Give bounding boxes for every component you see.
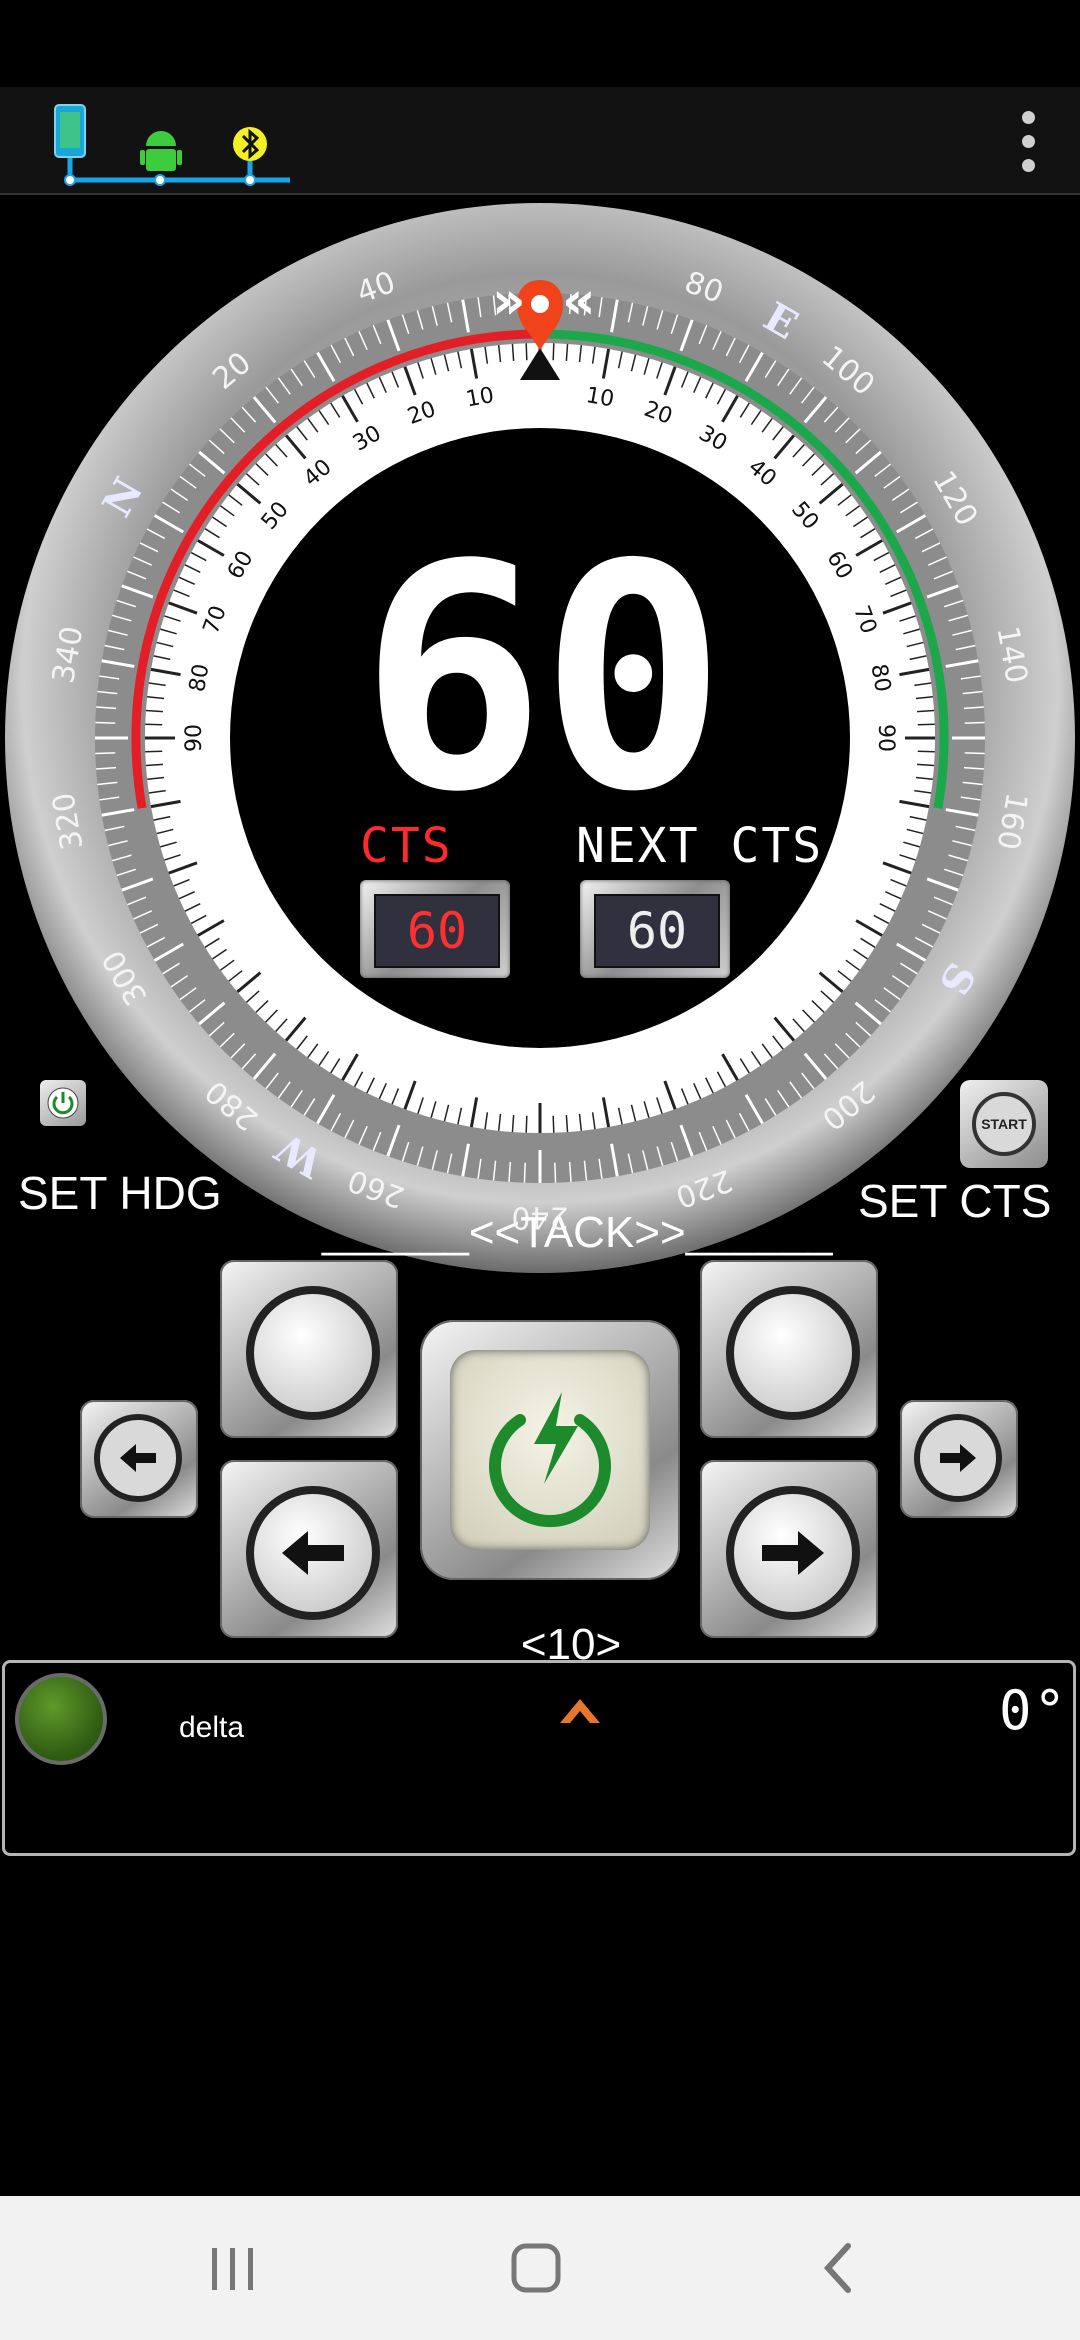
outer-tick xyxy=(964,721,985,724)
outer-tick xyxy=(95,721,116,724)
autopilot-engage-button[interactable] xyxy=(420,1320,680,1580)
next-cts-value-box: 60 xyxy=(580,880,730,978)
set-hdg-label[interactable]: SET HDG xyxy=(18,1166,222,1220)
inner-scale-label: 10 xyxy=(464,383,496,412)
outer-tick xyxy=(964,752,985,755)
home-icon[interactable] xyxy=(506,2238,566,2298)
start-label: START xyxy=(972,1092,1036,1156)
overflow-menu-icon[interactable] xyxy=(1010,105,1046,177)
inner-tick xyxy=(525,1115,528,1133)
port-1-knob xyxy=(94,1414,182,1502)
info-panel: delta 0° xyxy=(2,1660,1076,1856)
inner-tick xyxy=(525,343,528,361)
chevron-up-icon xyxy=(560,1699,600,1723)
arrow-left-icon xyxy=(282,1531,344,1575)
outer-tick xyxy=(554,1162,557,1183)
outer-tick xyxy=(523,1162,526,1183)
inner-scale-label: 90 xyxy=(182,724,207,752)
tack-label: ______<<TACK>>______ xyxy=(322,1208,833,1257)
next-cts-label: NEXT CTS xyxy=(576,818,824,874)
starboard-10-button[interactable] xyxy=(700,1460,878,1638)
recent-apps-icon[interactable] xyxy=(204,2238,264,2298)
start-button[interactable]: START xyxy=(960,1080,1048,1168)
arrow-right-icon xyxy=(762,1531,824,1575)
inner-tick xyxy=(552,343,555,361)
port-1-button[interactable] xyxy=(80,1400,198,1518)
inner-scale-label: 90 xyxy=(873,724,898,752)
starboard-1-button[interactable] xyxy=(900,1400,1018,1518)
tack-port-button[interactable] xyxy=(220,1260,398,1438)
chevron-right-icon: » xyxy=(492,271,526,331)
outer-tick xyxy=(95,752,116,755)
arrow-left-small-icon xyxy=(120,1444,156,1472)
cts-label: CTS xyxy=(360,818,453,874)
inner-tick xyxy=(917,750,935,753)
starboard-10-knob xyxy=(726,1486,860,1620)
power-toggle-button[interactable] xyxy=(40,1080,86,1126)
inner-scale-label: 10 xyxy=(584,383,616,412)
tack-starboard-button[interactable] xyxy=(700,1260,878,1438)
arrow-right-small-icon xyxy=(940,1444,976,1472)
status-led xyxy=(15,1673,107,1765)
cts-value: 60 xyxy=(374,894,500,968)
power-icon xyxy=(47,1087,79,1119)
autopilot-engage-face xyxy=(450,1350,650,1550)
back-icon[interactable] xyxy=(808,2238,868,2298)
tack-starboard-knob xyxy=(726,1286,860,1420)
tack-port-knob xyxy=(246,1286,380,1420)
bluetooth-icon xyxy=(233,127,267,161)
inner-scale-label: 80 xyxy=(185,662,214,694)
port-10-button[interactable] xyxy=(220,1460,398,1638)
panel-name: delta xyxy=(179,1711,245,1744)
degree-value: 0° xyxy=(999,1679,1069,1742)
chevron-left-icon: « xyxy=(562,271,596,331)
inner-tick xyxy=(552,1115,555,1133)
inner-tick xyxy=(145,750,163,753)
inner-tick xyxy=(145,723,163,726)
inner-scale-label: 80 xyxy=(866,662,895,694)
inner-tick xyxy=(917,723,935,726)
android-icon xyxy=(140,131,182,171)
power-bolt-icon xyxy=(489,1392,611,1528)
connection-status xyxy=(50,100,300,190)
connection-status-graphic xyxy=(54,104,290,186)
set-cts-label[interactable]: SET CTS xyxy=(858,1174,1051,1228)
heading-display: 60 xyxy=(359,499,726,860)
port-10-knob xyxy=(246,1486,380,1620)
starboard-1-knob xyxy=(914,1414,1002,1502)
cts-value-box: 60 xyxy=(360,880,510,978)
next-cts-value: 60 xyxy=(594,894,720,968)
system-nav-bar xyxy=(0,2196,1080,2340)
